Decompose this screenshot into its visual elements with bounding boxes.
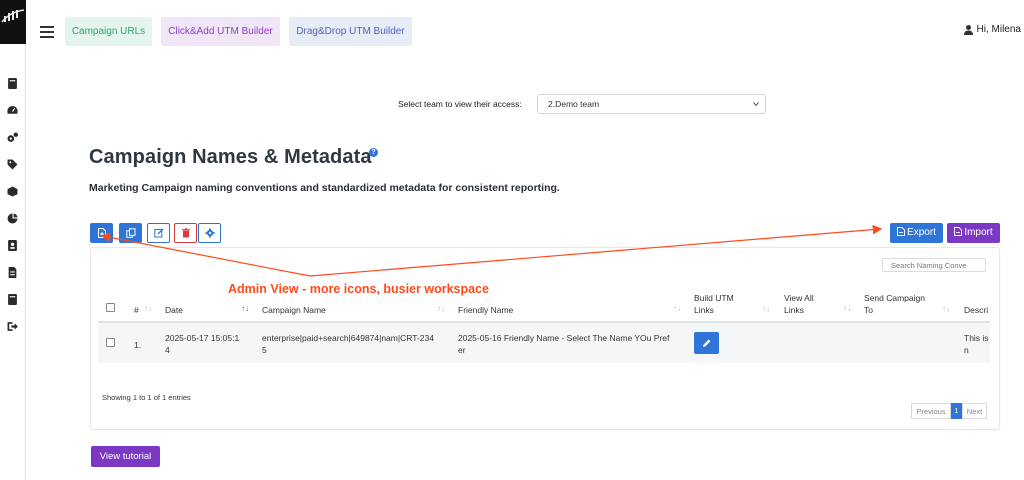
book-icon[interactable] bbox=[5, 76, 19, 90]
edit-button[interactable] bbox=[147, 223, 170, 243]
tag-icon[interactable] bbox=[5, 157, 19, 171]
chevron-down-icon bbox=[753, 102, 759, 107]
help-icon[interactable]: ? bbox=[369, 148, 378, 157]
column-header-view-all[interactable]: View All Links bbox=[784, 292, 814, 316]
sort-icon[interactable]: ↑↓ bbox=[144, 304, 152, 313]
user-icon bbox=[963, 24, 973, 35]
cell-text: 5 bbox=[262, 345, 267, 355]
select-all-checkbox[interactable] bbox=[106, 303, 115, 312]
column-header-campaign-name[interactable]: Campaign Name bbox=[262, 304, 326, 316]
view-tutorial-button[interactable]: View tutorial bbox=[91, 446, 160, 467]
sidebar bbox=[0, 0, 26, 480]
pagination-next[interactable]: Next bbox=[962, 403, 987, 419]
trash-icon bbox=[181, 228, 190, 238]
sort-icon[interactable]: ↑↓ bbox=[942, 304, 950, 313]
page-title: Campaign Names & Metadata bbox=[89, 146, 372, 168]
pie-chart-icon[interactable] bbox=[5, 211, 19, 225]
book-icon[interactable] bbox=[5, 292, 19, 306]
header-text: To bbox=[864, 305, 873, 315]
new-campaign-button[interactable] bbox=[90, 223, 113, 243]
dashboard-icon[interactable] bbox=[5, 103, 19, 117]
cell-text: 2025-05-16 Friendly Name - Select The Na… bbox=[458, 333, 670, 343]
row-checkbox[interactable] bbox=[106, 338, 115, 347]
annotation-text: Admin View - more icons, busier workspac… bbox=[228, 282, 489, 296]
row-friendly-name: 2025-05-16 Friendly Name - Select The Na… bbox=[458, 332, 669, 356]
sort-icon[interactable]: ↑↓ bbox=[673, 304, 681, 313]
cell-text: enterprise|paid+search|649874|nam|CRT-23… bbox=[262, 333, 434, 343]
duplicate-button[interactable] bbox=[119, 223, 142, 243]
import-button[interactable]: Import bbox=[947, 223, 1000, 243]
user-menu[interactable]: Hi, Milena bbox=[963, 24, 1021, 35]
pagination-previous[interactable]: Previous bbox=[911, 403, 951, 419]
cogs-icon[interactable] bbox=[5, 130, 19, 144]
sort-icon[interactable]: ↑↓ bbox=[241, 304, 249, 313]
search-input[interactable] bbox=[882, 258, 986, 272]
edit-icon bbox=[153, 228, 163, 238]
sort-icon[interactable]: ↑↓ bbox=[762, 304, 770, 313]
table-info: Showing 1 to 1 of 1 entries bbox=[102, 393, 191, 402]
cube-icon[interactable] bbox=[5, 184, 19, 198]
brand-logo[interactable] bbox=[0, 0, 26, 44]
row-date: 2025-05-17 15:05:1 4 bbox=[165, 332, 239, 356]
row-number: 1. bbox=[134, 340, 142, 350]
file-import-icon bbox=[954, 227, 963, 236]
column-header-description[interactable]: Descri bbox=[964, 304, 988, 316]
column-header-send-campaign[interactable]: Send Campaign To bbox=[864, 292, 925, 316]
tab-campaign-urls[interactable]: Campaign URLs bbox=[65, 17, 152, 46]
column-header-build-utm[interactable]: Build UTM Links bbox=[694, 292, 734, 316]
column-header-num[interactable]: # bbox=[134, 304, 139, 316]
file-icon[interactable] bbox=[5, 265, 19, 279]
pencil-icon bbox=[702, 339, 710, 347]
sort-icon[interactable]: ↑↓ bbox=[437, 304, 445, 313]
header-text: Build UTM bbox=[694, 293, 734, 303]
header-text: Links bbox=[694, 305, 714, 315]
build-utm-button[interactable] bbox=[694, 332, 719, 354]
team-select[interactable]: 2.Demo team bbox=[537, 94, 766, 114]
header-text: View All bbox=[784, 293, 814, 303]
column-header-date[interactable]: Date bbox=[165, 304, 183, 316]
import-label: Import bbox=[964, 227, 993, 238]
settings-button[interactable] bbox=[198, 223, 221, 243]
header-text: Send Campaign bbox=[864, 293, 925, 303]
row-campaign-name: enterprise|paid+search|649874|nam|CRT-23… bbox=[262, 332, 434, 356]
column-header-friendly-name[interactable]: Friendly Name bbox=[458, 304, 513, 316]
file-export-icon bbox=[897, 227, 905, 236]
export-label: Export bbox=[907, 227, 936, 238]
cell-text: 2025-05-17 15:05:1 bbox=[165, 333, 240, 343]
cell-text: This is bbox=[964, 333, 989, 343]
tab-click-add-utm-builder[interactable]: Click&Add UTM Builder bbox=[161, 17, 280, 46]
logout-icon[interactable] bbox=[5, 319, 19, 333]
team-select-label: Select team to view their access: bbox=[398, 99, 522, 109]
gear-icon bbox=[204, 228, 215, 238]
export-button[interactable]: Export bbox=[890, 223, 943, 243]
new-file-icon bbox=[97, 228, 106, 238]
header-text: Links bbox=[784, 305, 804, 315]
tab-drag-drop-utm-builder[interactable]: Drag&Drop UTM Builder bbox=[289, 17, 412, 46]
page-subtitle: Marketing Campaign naming conventions an… bbox=[89, 182, 560, 194]
menu-toggle-icon[interactable] bbox=[40, 26, 54, 38]
row-description: This is n bbox=[964, 332, 989, 356]
pagination-page-1[interactable]: 1 bbox=[951, 403, 962, 419]
cell-text: 4 bbox=[165, 345, 170, 355]
delete-button[interactable] bbox=[174, 223, 197, 243]
copy-icon bbox=[125, 228, 135, 238]
user-greeting: Hi, Milena bbox=[976, 24, 1021, 35]
contact-icon[interactable] bbox=[5, 238, 19, 252]
cell-text: er bbox=[458, 345, 466, 355]
cell-text: n bbox=[964, 345, 969, 355]
team-select-value: 2.Demo team bbox=[548, 99, 600, 109]
sort-icon[interactable]: ↑↓ bbox=[843, 304, 851, 313]
